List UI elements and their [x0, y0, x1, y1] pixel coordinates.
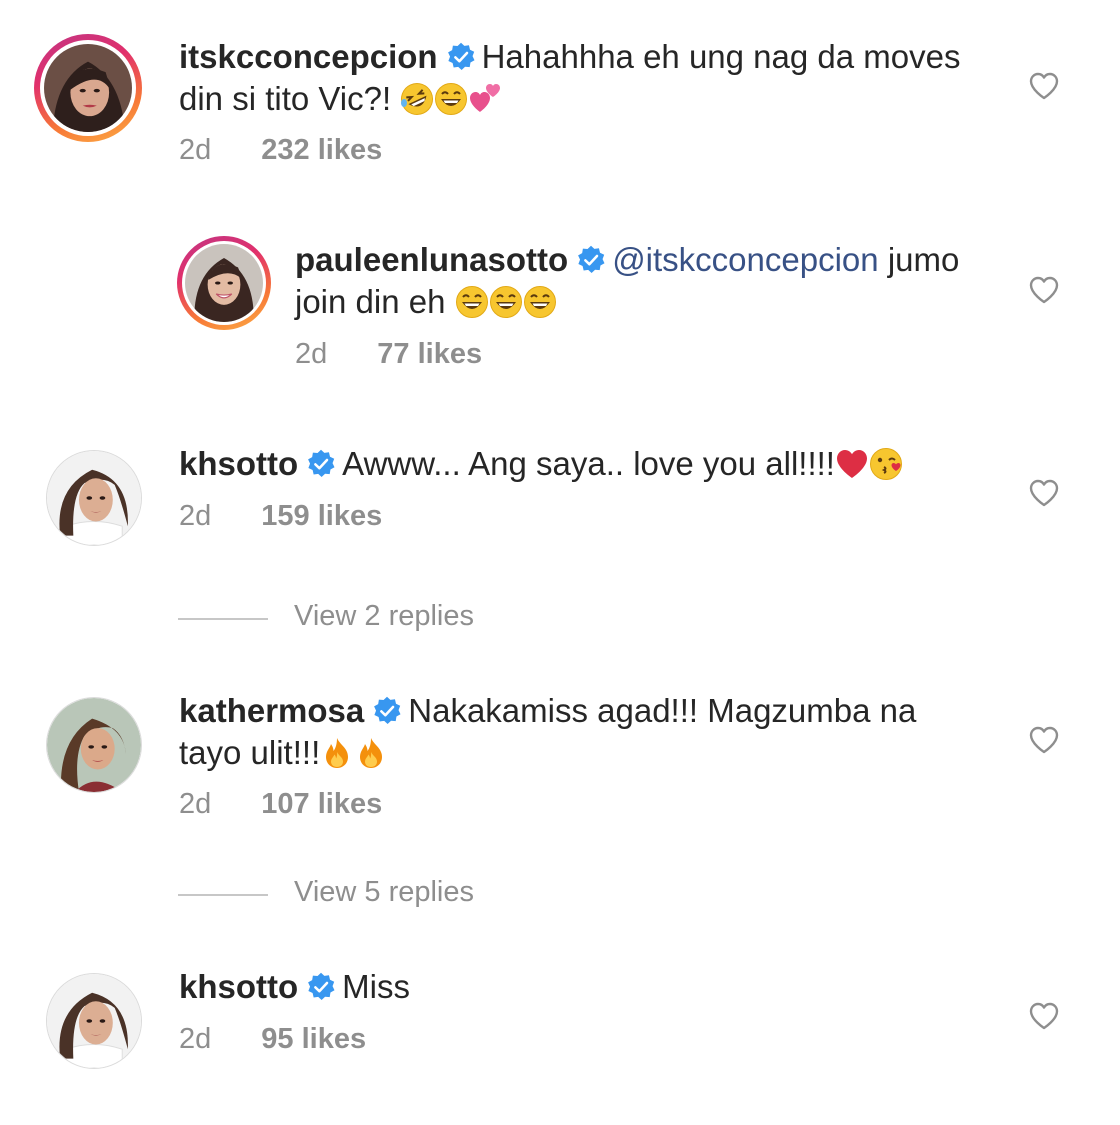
- comment-text: khsotto Awww... Ang saya.. love you all!!…: [179, 443, 999, 485]
- fire-emoji-icon: [320, 736, 354, 770]
- rofl-emoji-icon: [400, 82, 434, 116]
- comment-meta: 2d 232 likes: [179, 134, 382, 167]
- comment-time: 2d: [179, 134, 212, 166]
- replies-divider: [178, 894, 268, 896]
- avatar: [44, 44, 132, 132]
- comment-line1: Miss: [342, 968, 410, 1005]
- grinning-squint-emoji-icon: [489, 285, 523, 319]
- verified-badge-icon: [446, 42, 476, 72]
- comment-meta: 2d 95 likes: [179, 1023, 366, 1056]
- likes-count[interactable]: 159 likes: [261, 500, 382, 532]
- avatar[interactable]: [46, 697, 142, 793]
- avatar-image: [47, 698, 141, 792]
- avatar: [185, 244, 263, 322]
- comment-time: 2d: [295, 338, 328, 370]
- username[interactable]: pauleenlunasotto: [295, 241, 568, 278]
- verified-badge-icon: [306, 449, 336, 479]
- view-replies-label[interactable]: View 5 replies: [294, 876, 474, 909]
- username[interactable]: khsotto: [179, 968, 298, 1005]
- comment-meta: 2d 159 likes: [179, 500, 382, 533]
- fire-emoji-icon: [354, 736, 388, 770]
- comment-text: kathermosa Nakakamiss agad!!! Magzumba na…: [179, 690, 999, 774]
- username[interactable]: kathermosa: [179, 692, 364, 729]
- grinning-squint-emoji-icon: [434, 82, 468, 116]
- likes-count[interactable]: 107 likes: [261, 788, 382, 820]
- avatar-story-ring[interactable]: [34, 34, 142, 142]
- username[interactable]: khsotto: [179, 445, 298, 482]
- comment-time: 2d: [179, 788, 212, 820]
- heart-outline-icon[interactable]: [1028, 477, 1060, 509]
- likes-count[interactable]: 232 likes: [261, 134, 382, 166]
- comment-time: 2d: [179, 500, 212, 532]
- comment-line2: tayo ulit!!!: [179, 734, 321, 771]
- avatar[interactable]: [46, 973, 142, 1069]
- comment-meta: 2d 77 likes: [295, 338, 482, 371]
- avatar-story-ring[interactable]: [177, 236, 271, 330]
- heart-outline-icon[interactable]: [1028, 274, 1060, 306]
- red-heart-emoji-icon: [835, 447, 869, 481]
- verified-badge-icon: [372, 696, 402, 726]
- heart-outline-icon[interactable]: [1028, 724, 1060, 756]
- verified-badge-icon: [576, 245, 606, 275]
- comment-time: 2d: [179, 1023, 212, 1055]
- comment-text: itskcconcepcion Hahahhha eh ung nag da mo…: [179, 36, 999, 120]
- replies-divider: [178, 618, 268, 620]
- comment-line2: join din eh: [295, 283, 446, 320]
- comment-line1: jumo: [887, 241, 960, 278]
- kissing-face-emoji-icon: [869, 447, 903, 481]
- two-hearts-emoji-icon: [468, 82, 502, 116]
- comment-line2: din si tito Vic?!: [179, 80, 392, 117]
- mention-link[interactable]: @itskcconcepcion: [612, 241, 878, 278]
- avatar-image: [47, 451, 141, 545]
- verified-badge-icon: [306, 972, 336, 1002]
- heart-outline-icon[interactable]: [1028, 70, 1060, 102]
- likes-count[interactable]: 77 likes: [377, 338, 482, 370]
- comment-text: khsotto Miss: [179, 966, 999, 1008]
- view-replies-label[interactable]: View 2 replies: [294, 600, 474, 633]
- grinning-squint-emoji-icon: [455, 285, 489, 319]
- grinning-squint-emoji-icon: [523, 285, 557, 319]
- comment-line1: Awww... Ang saya.. love you all!!!!: [342, 445, 835, 482]
- comment-line1: Nakakamiss agad!!! Magzumba na: [408, 692, 917, 729]
- comment-meta: 2d 107 likes: [179, 788, 382, 821]
- avatar-image: [47, 974, 141, 1068]
- avatar[interactable]: [46, 450, 142, 546]
- likes-count[interactable]: 95 likes: [261, 1023, 366, 1055]
- comment-line1: Hahahhha eh ung nag da moves: [481, 38, 961, 75]
- heart-outline-icon[interactable]: [1028, 1000, 1060, 1032]
- username[interactable]: itskcconcepcion: [179, 38, 438, 75]
- comment-text: pauleenlunasotto @itskcconcepcion jumo jo…: [295, 239, 1015, 323]
